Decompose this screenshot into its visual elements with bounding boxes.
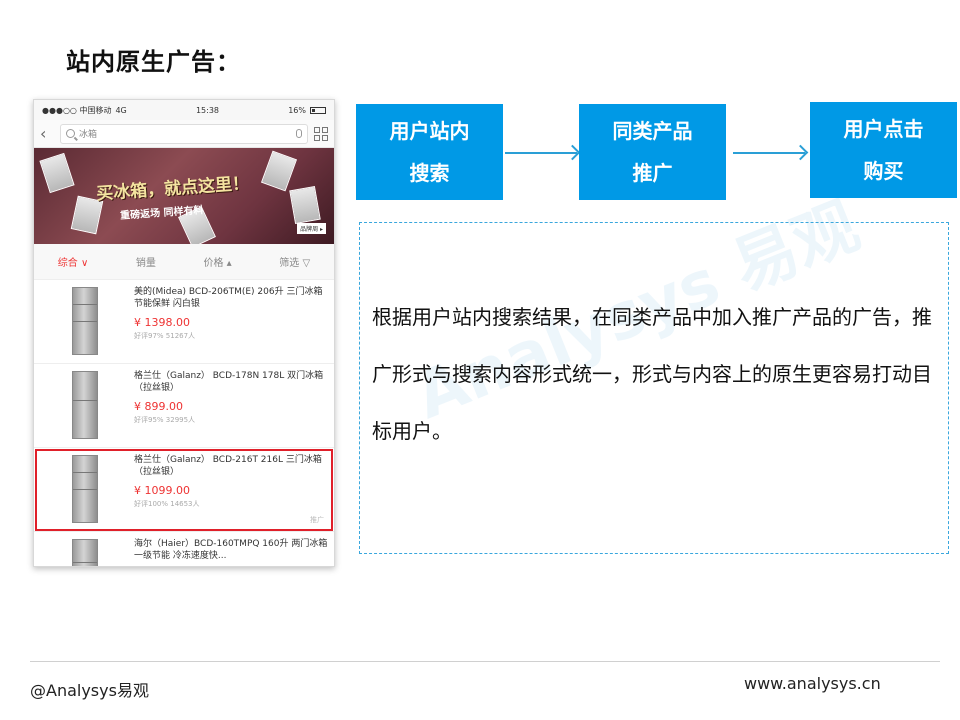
flow-step-line2: 搜索: [409, 161, 450, 185]
flow-arrow-icon: [505, 152, 577, 154]
microphone-icon[interactable]: [296, 129, 302, 138]
carrier-label: ●●●○○ 中国移动: [42, 105, 112, 115]
search-icon: [66, 129, 75, 138]
product-item[interactable]: 美的(Midea) BCD-206TM(E) 206升 三门冰箱 节能保鲜 闪白…: [34, 280, 334, 364]
product-price: ¥ 899.00: [134, 400, 183, 413]
product-name: 海尔（Haier）BCD-160TMPQ 160升 两门冰箱 一级节能 冷冻速度…: [134, 539, 328, 561]
slide-title: 站内原生广告：: [66, 48, 241, 76]
product-rating: 好评97% 51267人: [134, 332, 196, 340]
product-image: [40, 286, 130, 356]
battery-percent: 16%: [288, 105, 306, 115]
status-bar: ●●●○○ 中国移动 4G 15:38 16%: [34, 100, 334, 120]
banner-fridge-image: [289, 186, 321, 224]
flow-step-line1: 同类产品: [612, 119, 693, 143]
product-name: 美的(Midea) BCD-206TM(E) 206升 三门冰箱 节能保鲜 闪白…: [134, 287, 323, 309]
grid-view-icon[interactable]: [314, 126, 328, 141]
promoted-product-item[interactable]: 格兰仕（Galanz） BCD-216T 216L 三门冰箱（拉丝银） ¥ 10…: [34, 448, 334, 532]
footer-url[interactable]: www.analysys.cn: [744, 674, 881, 693]
description-box: 根据用户站内搜索结果，在同类产品中加入推广产品的广告，推广形式与搜索内容形式统一…: [359, 222, 949, 554]
banner-headline: 买冰箱，就点这里！: [95, 173, 250, 205]
back-arrow-icon[interactable]: ‹: [40, 124, 54, 143]
product-item[interactable]: 格兰仕（Galanz） BCD-178N 178L 双门冰箱（拉丝银） ¥ 89…: [34, 364, 334, 448]
filter-screen[interactable]: 筛选 ▽: [279, 254, 310, 269]
footer-brand: @Analysys易观: [30, 681, 149, 700]
flow-step-search: 用户站内 搜索: [356, 104, 503, 200]
product-price: ¥ 1398.00: [134, 316, 190, 329]
flow-step-line2: 购买: [863, 159, 904, 183]
banner-fridge-image: [39, 152, 75, 194]
product-image: [40, 538, 130, 566]
promoted-tag: 推广: [310, 516, 324, 524]
product-name: 格兰仕（Galanz） BCD-216T 216L 三门冰箱（拉丝银）: [134, 455, 322, 477]
flow-step-purchase: 用户点击 购买: [810, 102, 957, 198]
battery-icon: [310, 106, 326, 114]
status-time: 15:38: [195, 105, 220, 115]
product-item[interactable]: 海尔（Haier）BCD-160TMPQ 160升 两门冰箱 一级节能 冷冻速度…: [34, 532, 334, 566]
network-label: 4G: [115, 105, 127, 115]
filter-price[interactable]: 价格 ▴: [203, 254, 231, 269]
filter-bar: 综合 ∨ 销量 价格 ▴ 筛选 ▽: [34, 244, 334, 280]
flow-arrow-icon: [733, 152, 805, 154]
phone-screenshot: ●●●○○ 中国移动 4G 15:38 16% ‹ 冰箱 买冰箱，就点这里！ 重…: [33, 99, 335, 567]
flow-step-line1: 用户点击: [843, 117, 924, 141]
flow-step-line2: 推广: [632, 161, 673, 185]
product-name: 格兰仕（Galanz） BCD-178N 178L 双门冰箱（拉丝银）: [134, 371, 324, 393]
filter-comprehensive[interactable]: 综合 ∨: [58, 254, 89, 269]
product-price: ¥ 1099.00: [134, 484, 190, 497]
search-bar: ‹ 冰箱: [34, 120, 334, 148]
footer-divider: [30, 661, 940, 662]
banner-tag: 品牌周 ▸: [297, 223, 326, 234]
product-rating: 好评95% 32995人: [134, 416, 196, 424]
search-input[interactable]: 冰箱: [60, 123, 308, 144]
description-text: 根据用户站内搜索结果，在同类产品中加入推广产品的广告，推广形式与搜索内容形式统一…: [372, 305, 932, 443]
product-image: [40, 454, 130, 524]
search-query: 冰箱: [79, 130, 98, 140]
product-rating: 好评100% 14653人: [134, 500, 200, 508]
flow-step-line1: 用户站内: [389, 119, 470, 143]
promo-banner[interactable]: 买冰箱，就点这里！ 重磅返场 同样有料 品牌周 ▸: [34, 148, 334, 244]
banner-fridge-image: [260, 150, 298, 192]
product-image: [40, 370, 130, 440]
flow-step-promote: 同类产品 推广: [579, 104, 726, 200]
filter-sales[interactable]: 销量: [136, 254, 156, 269]
